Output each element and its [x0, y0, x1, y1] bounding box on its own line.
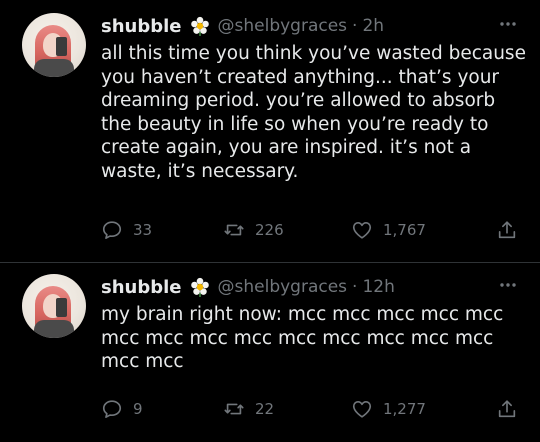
reply-button[interactable]: 9: [101, 397, 143, 421]
tweet[interactable]: shubble @shelbygraces · 2h all this time…: [0, 0, 540, 262]
tweet-header: shubble @shelbygraces · 12h: [101, 274, 395, 300]
retweet-count: 22: [255, 400, 275, 418]
display-name[interactable]: shubble: [101, 16, 182, 37]
retweet-count: 226: [255, 221, 284, 239]
user-handle[interactable]: @shelbygraces: [218, 277, 348, 297]
avatar[interactable]: [22, 13, 86, 77]
like-button[interactable]: 1,767: [351, 218, 426, 242]
timestamp[interactable]: 2h: [362, 16, 384, 36]
display-name[interactable]: shubble: [101, 277, 182, 298]
reply-icon: [102, 400, 122, 418]
share-button[interactable]: [496, 218, 518, 242]
reply-button[interactable]: 33: [101, 218, 152, 242]
reply-count: 9: [133, 400, 143, 418]
like-count: 1,277: [383, 400, 426, 418]
retweet-icon: [224, 403, 244, 415]
tweet-actions: 33 226 1,767: [101, 218, 518, 242]
like-count: 1,767: [383, 221, 426, 239]
retweet-button[interactable]: 226: [223, 218, 284, 242]
share-icon: [498, 400, 516, 418]
reply-count: 33: [133, 221, 153, 239]
tweet-header: shubble @shelbygraces · 2h: [101, 13, 384, 39]
tweet[interactable]: shubble @shelbygraces · 12h my brain rig…: [0, 263, 540, 442]
share-button[interactable]: [496, 397, 518, 421]
tweet-actions: 9 22 1,277: [101, 397, 518, 421]
tweet-text: all this time you think you’ve wasted be…: [101, 43, 526, 182]
more-icon[interactable]: [498, 275, 518, 295]
retweet-icon: [224, 224, 244, 236]
separator-dot: ·: [352, 277, 358, 297]
reply-icon: [102, 221, 122, 239]
more-icon[interactable]: [498, 14, 518, 34]
avatar[interactable]: [22, 274, 86, 338]
flower-icon: [190, 16, 209, 36]
tweet-text: my brain right now: mcc mcc mcc mcc mcc …: [101, 304, 504, 372]
like-button[interactable]: 1,277: [351, 397, 426, 421]
retweet-button[interactable]: 22: [223, 397, 274, 421]
separator-dot: ·: [352, 16, 358, 36]
timestamp[interactable]: 12h: [362, 277, 394, 297]
flower-icon: [190, 277, 209, 297]
heart-icon: [352, 401, 372, 418]
heart-icon: [352, 222, 372, 239]
user-handle[interactable]: @shelbygraces: [218, 16, 348, 36]
share-icon: [498, 221, 516, 239]
